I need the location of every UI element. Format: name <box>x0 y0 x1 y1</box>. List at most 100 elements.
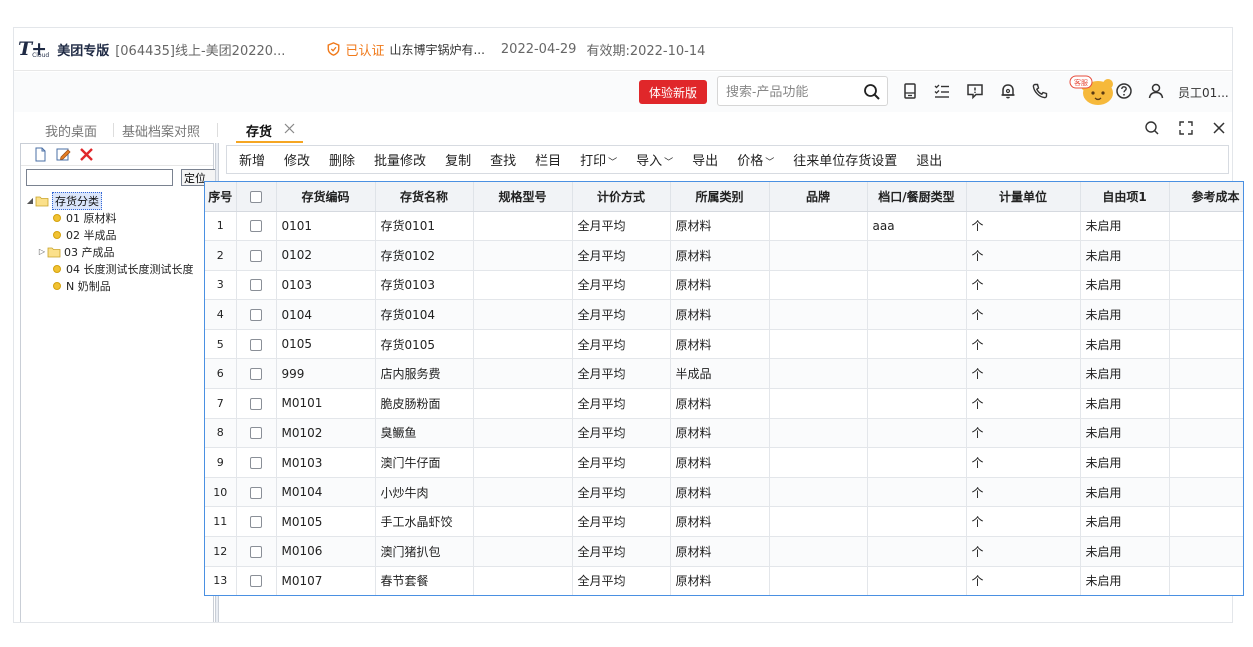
table-cell[interactable] <box>1169 270 1243 301</box>
table-cell[interactable] <box>1169 506 1243 538</box>
table-cell[interactable]: 个 <box>966 270 1081 301</box>
table-cell[interactable] <box>473 270 573 301</box>
table-cell[interactable] <box>867 506 967 538</box>
table-cell[interactable]: 未启用 <box>1080 418 1170 449</box>
tree-node[interactable]: ▷ 03 产成品 <box>25 243 213 260</box>
table-cell[interactable] <box>473 536 573 567</box>
row-checkbox[interactable] <box>250 368 262 381</box>
table-row[interactable]: 3 0103 存货0103 全月平均 原材料 个未启用 <box>205 270 1243 301</box>
row-checkbox[interactable] <box>250 545 262 558</box>
table-row[interactable]: 6 999 店内服务费 全月平均 半成品 个未启用 <box>205 358 1243 390</box>
table-cell[interactable]: 全月平均 <box>572 388 671 419</box>
table-cell[interactable]: 全月平均 <box>572 566 671 595</box>
table-cell[interactable]: 个 <box>966 418 1081 449</box>
table-cell[interactable] <box>1169 536 1243 567</box>
close-tab-icon[interactable] <box>284 123 295 134</box>
search-icon[interactable] <box>863 83 881 101</box>
row-checkbox[interactable] <box>250 575 262 588</box>
function-search[interactable] <box>717 76 888 106</box>
table-cell[interactable] <box>867 447 967 478</box>
table-cell[interactable]: 个 <box>966 477 1081 508</box>
table-cell[interactable]: 全月平均 <box>572 477 671 508</box>
row-select-cell[interactable] <box>236 536 277 567</box>
row-checkbox[interactable] <box>250 338 262 351</box>
partner-inventory-settings-button[interactable]: 往来单位存货设置 <box>793 150 897 169</box>
table-cell[interactable] <box>473 477 573 508</box>
table-cell[interactable] <box>769 536 868 567</box>
table-cell[interactable]: 个 <box>966 566 1081 595</box>
table-cell[interactable]: 未启用 <box>1080 388 1170 419</box>
table-cell[interactable]: 全月平均 <box>572 418 671 449</box>
row-checkbox[interactable] <box>250 220 262 233</box>
table-cell[interactable] <box>1169 211 1243 242</box>
table-row[interactable]: 7 M0101 脆皮肠粉面 全月平均 原材料 个未启用 <box>205 388 1243 419</box>
table-cell[interactable] <box>769 447 868 478</box>
table-cell[interactable]: 全月平均 <box>572 506 671 538</box>
row-select-cell[interactable] <box>236 211 277 242</box>
tab-my-desktop[interactable]: 我的桌面 <box>45 121 97 140</box>
delete-icon[interactable] <box>79 147 94 162</box>
row-checkbox[interactable] <box>250 427 262 440</box>
table-cell[interactable] <box>769 211 868 242</box>
table-cell[interactable]: 未启用 <box>1080 299 1170 330</box>
table-row[interactable]: 4 0104 存货0104 全月平均 原材料 个未启用 <box>205 299 1243 330</box>
table-cell[interactable]: 春节套餐 <box>375 566 474 595</box>
table-cell[interactable]: 店内服务费 <box>375 358 474 390</box>
row-checkbox[interactable] <box>250 486 262 499</box>
table-cell[interactable] <box>769 358 868 390</box>
column-header[interactable]: 所属类别 <box>670 182 770 212</box>
function-search-input[interactable] <box>726 82 856 100</box>
table-cell[interactable] <box>473 447 573 478</box>
row-checkbox[interactable] <box>250 457 262 470</box>
table-cell[interactable]: 原材料 <box>670 447 770 478</box>
table-cell[interactable] <box>473 566 573 595</box>
fullscreen-icon[interactable] <box>1178 120 1194 136</box>
modify-button[interactable]: 修改 <box>284 150 310 169</box>
table-cell[interactable] <box>867 358 967 390</box>
table-cell[interactable]: 原材料 <box>670 536 770 567</box>
column-header[interactable]: 存货编码 <box>276 182 376 212</box>
column-header[interactable]: 规格型号 <box>473 182 573 212</box>
row-checkbox[interactable] <box>250 249 262 262</box>
column-header[interactable]: 自由项1 <box>1080 182 1170 212</box>
table-cell[interactable]: 原材料 <box>670 506 770 538</box>
table-row[interactable]: 12 M0106 澳门猪扒包 全月平均 原材料 个未启用 <box>205 536 1243 567</box>
table-cell[interactable]: 全月平均 <box>572 299 671 330</box>
table-cell[interactable]: 999 <box>276 358 376 390</box>
table-cell[interactable]: M0106 <box>276 536 376 567</box>
feedback-icon[interactable] <box>966 82 984 100</box>
table-cell[interactable]: 未启用 <box>1080 506 1170 538</box>
try-new-version-button[interactable]: 体验新版 <box>639 80 707 104</box>
columns-button[interactable]: 栏目 <box>535 150 561 169</box>
row-checkbox[interactable] <box>250 309 262 322</box>
copy-button[interactable]: 复制 <box>445 150 471 169</box>
table-cell[interactable] <box>769 299 868 330</box>
table-cell[interactable]: 未启用 <box>1080 329 1170 360</box>
table-cell[interactable]: 0104 <box>276 299 376 330</box>
table-cell[interactable]: 原材料 <box>670 270 770 301</box>
table-cell[interactable]: 半成品 <box>670 358 770 390</box>
table-cell[interactable]: 个 <box>966 358 1081 390</box>
table-cell[interactable]: 全月平均 <box>572 536 671 567</box>
table-row[interactable]: 1 0101 存货0101 全月平均 原材料 aaa 个未启用 <box>205 211 1243 242</box>
table-cell[interactable]: 澳门猪扒包 <box>375 536 474 567</box>
table-cell[interactable]: 原材料 <box>670 477 770 508</box>
tab-inventory[interactable]: 存货 <box>246 121 272 140</box>
table-row[interactable]: 8 M0102 臭鳜鱼 全月平均 原材料 个未启用 <box>205 418 1243 449</box>
table-cell[interactable] <box>473 358 573 390</box>
table-cell[interactable]: 原材料 <box>670 240 770 271</box>
row-select-cell[interactable] <box>236 477 277 508</box>
table-cell[interactable]: 全月平均 <box>572 211 671 242</box>
tree-node[interactable]: 04 长度测试长度测试长度 <box>25 260 213 277</box>
table-cell[interactable]: 个 <box>966 329 1081 360</box>
table-cell[interactable] <box>867 536 967 567</box>
table-cell[interactable]: 存货0101 <box>375 211 474 242</box>
select-all-checkbox[interactable] <box>250 190 262 203</box>
notification-bell-icon[interactable] <box>999 82 1017 100</box>
add-button[interactable]: 新增 <box>239 150 265 169</box>
delete-button[interactable]: 删除 <box>329 150 355 169</box>
table-cell[interactable]: 0103 <box>276 270 376 301</box>
tree-node[interactable]: 02 半成品 <box>25 226 213 243</box>
table-cell[interactable] <box>473 240 573 271</box>
table-cell[interactable]: 个 <box>966 388 1081 419</box>
